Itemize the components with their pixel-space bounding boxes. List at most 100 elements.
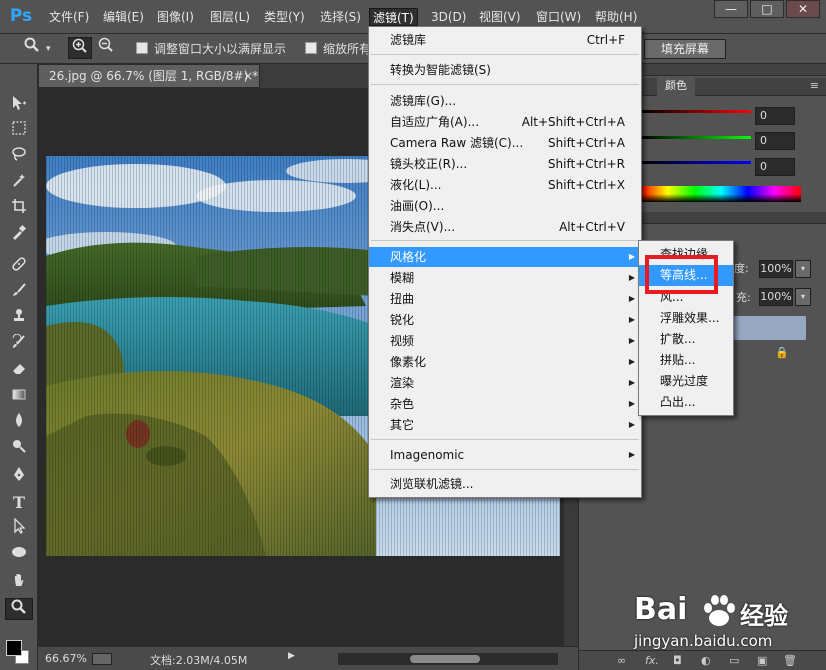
- menu-item-render[interactable]: 渲染 ▶: [369, 373, 641, 393]
- menu-item-filter-gallery[interactable]: 滤镜库(G)...: [369, 91, 641, 111]
- crop-tool-icon[interactable]: [5, 198, 33, 220]
- menu-window[interactable]: 窗口(W): [533, 8, 584, 26]
- status-preview-icon[interactable]: [92, 653, 112, 665]
- link-layers-icon[interactable]: ∞: [617, 651, 626, 670]
- submenu-arrow-icon: ▶: [628, 420, 635, 429]
- menu-item-browse-online-filters[interactable]: 浏览联机滤镜...: [369, 474, 641, 494]
- menu-item-camera-raw[interactable]: Camera Raw 滤镜(C)... Shift+Ctrl+A: [369, 133, 641, 153]
- gradient-tool-icon[interactable]: [5, 386, 33, 408]
- menu-view[interactable]: 视图(V): [476, 8, 524, 26]
- marquee-tool-icon[interactable]: [5, 120, 33, 142]
- menu-item-adaptive-wide-angle[interactable]: 自适应广角(A)... Alt+Shift+Ctrl+A: [369, 112, 641, 132]
- zoom-all-checkbox[interactable]: [305, 42, 317, 54]
- menu-item-liquify[interactable]: 液化(L)... Shift+Ctrl+X: [369, 175, 641, 195]
- healing-brush-tool-icon[interactable]: [5, 256, 33, 278]
- history-brush-tool-icon[interactable]: [5, 333, 33, 356]
- menu-type[interactable]: 类型(Y): [261, 8, 308, 26]
- eyedropper-tool-icon[interactable]: [5, 224, 33, 246]
- menu-item-noise[interactable]: 杂色 ▶: [369, 394, 641, 414]
- paw-logo-icon: [704, 595, 735, 626]
- red-slider[interactable]: [641, 110, 751, 113]
- menu-file[interactable]: 文件(F): [46, 8, 92, 26]
- menu-item-pixelate[interactable]: 像素化 ▶: [369, 352, 641, 372]
- menu-help[interactable]: 帮助(H): [592, 8, 640, 26]
- menu-3d[interactable]: 3D(D): [428, 8, 469, 26]
- type-tool-icon[interactable]: T: [5, 492, 33, 514]
- eraser-tool-icon[interactable]: [5, 360, 33, 382]
- dodge-tool-icon[interactable]: [5, 438, 33, 460]
- opacity-dropdown-icon[interactable]: ▾: [795, 260, 811, 278]
- brush-tool-icon[interactable]: [5, 282, 33, 304]
- red-value[interactable]: 0: [755, 107, 795, 125]
- maximize-button[interactable]: □: [750, 0, 784, 18]
- ellipse-tool-icon[interactable]: [5, 544, 33, 566]
- menu-item-stylize[interactable]: 风格化 ▶: [369, 247, 641, 267]
- menu-item-imagenomic[interactable]: Imagenomic ▶: [369, 445, 641, 465]
- fill-dropdown-icon[interactable]: ▾: [795, 288, 811, 306]
- menu-image[interactable]: 图像(I): [154, 8, 197, 26]
- green-value[interactable]: 0: [755, 132, 795, 150]
- move-tool-icon[interactable]: [5, 94, 33, 116]
- zoom-in-icon[interactable]: [68, 37, 92, 59]
- submenu-arrow-icon: ▶: [628, 357, 635, 366]
- doc-size: 文档:2.03M/4.05M: [150, 654, 248, 667]
- fill-label: 充:: [736, 291, 751, 304]
- zoom-level[interactable]: 66.67%: [45, 652, 87, 665]
- menu-edit[interactable]: 编辑(E): [100, 8, 147, 26]
- blue-value[interactable]: 0: [755, 158, 795, 176]
- blue-slider[interactable]: [641, 161, 751, 164]
- menu-layer[interactable]: 图层(L): [207, 8, 253, 26]
- color-panel-tab[interactable]: 颜色: [657, 78, 695, 96]
- hand-tool-icon[interactable]: [5, 572, 33, 594]
- fill-input[interactable]: 100%: [759, 288, 793, 306]
- close-button[interactable]: ✕: [786, 0, 820, 18]
- submenu-item-emboss[interactable]: 浮雕效果...: [639, 308, 733, 329]
- submenu-arrow-icon: ▶: [628, 336, 635, 345]
- document-tab-title: 26.jpg @ 66.7% (图层 1, RGB/8#) *: [49, 69, 259, 83]
- menu-filter[interactable]: 滤镜(T): [369, 8, 418, 26]
- submenu-arrow-icon: ▶: [628, 273, 635, 282]
- watermark-url: jingyan.baidu.com: [634, 632, 773, 650]
- menu-item-oil-paint[interactable]: 油画(O)...: [369, 196, 641, 216]
- menu-item-filter-gallery-last[interactable]: 滤镜库 Ctrl+F: [369, 30, 641, 50]
- panel-menu-icon[interactable]: ≡: [810, 78, 819, 94]
- horizontal-scrollbar[interactable]: [338, 653, 558, 665]
- highlight-callout-box: [645, 255, 718, 294]
- menu-item-vanishing-point[interactable]: 消失点(V)... Alt+Ctrl+V: [369, 217, 641, 237]
- tool-preset-dropdown-icon[interactable]: ▾: [46, 41, 51, 57]
- zoom-tool-icon[interactable]: [5, 598, 33, 620]
- menu-item-other[interactable]: 其它 ▶: [369, 415, 641, 435]
- green-slider[interactable]: [641, 136, 751, 139]
- menu-item-lens-correction[interactable]: 镜头校正(R)... Shift+Ctrl+R: [369, 154, 641, 174]
- clone-stamp-tool-icon[interactable]: [5, 308, 33, 330]
- zoom-tool-icon[interactable]: [20, 37, 44, 59]
- resize-windows-checkbox[interactable]: [136, 42, 148, 54]
- fill-screen-button[interactable]: 填充屏幕: [644, 39, 726, 59]
- lasso-tool-icon[interactable]: [5, 146, 33, 168]
- zoom-out-icon[interactable]: [94, 37, 118, 59]
- zoom-all-label: 缩放所有: [323, 42, 372, 56]
- submenu-item-tiles[interactable]: 拼贴...: [639, 350, 733, 371]
- submenu-item-solarize[interactable]: 曝光过度: [639, 371, 733, 392]
- menu-select[interactable]: 选择(S): [317, 8, 364, 26]
- watermark-brand: Bai: [634, 592, 688, 627]
- magic-wand-tool-icon[interactable]: [5, 172, 33, 194]
- pen-tool-icon[interactable]: [5, 466, 33, 488]
- menu-item-distort[interactable]: 扭曲 ▶: [369, 289, 641, 309]
- blur-tool-icon[interactable]: [5, 412, 33, 434]
- submenu-item-diffuse[interactable]: 扩散...: [639, 329, 733, 350]
- selected-layer-row[interactable]: [734, 316, 806, 340]
- horizontal-scroll-thumb[interactable]: [410, 655, 480, 663]
- menu-item-blur[interactable]: 模糊 ▶: [369, 268, 641, 288]
- menu-item-sharpen[interactable]: 锐化 ▶: [369, 310, 641, 330]
- status-menu-arrow-icon[interactable]: ▶: [288, 651, 295, 661]
- menu-item-video[interactable]: 视频 ▶: [369, 331, 641, 351]
- menu-item-convert-smart-filter[interactable]: 转换为智能滤镜(S): [369, 60, 641, 80]
- close-tab-icon[interactable]: ×: [243, 65, 253, 87]
- opacity-input[interactable]: 100%: [759, 260, 793, 278]
- document-tab[interactable]: 26.jpg @ 66.7% (图层 1, RGB/8#) * ×: [38, 64, 260, 88]
- submenu-arrow-icon: ▶: [628, 252, 635, 261]
- submenu-item-extrude[interactable]: 凸出...: [639, 392, 733, 413]
- minimize-button[interactable]: —: [714, 0, 748, 18]
- path-selection-tool-icon[interactable]: [5, 517, 33, 540]
